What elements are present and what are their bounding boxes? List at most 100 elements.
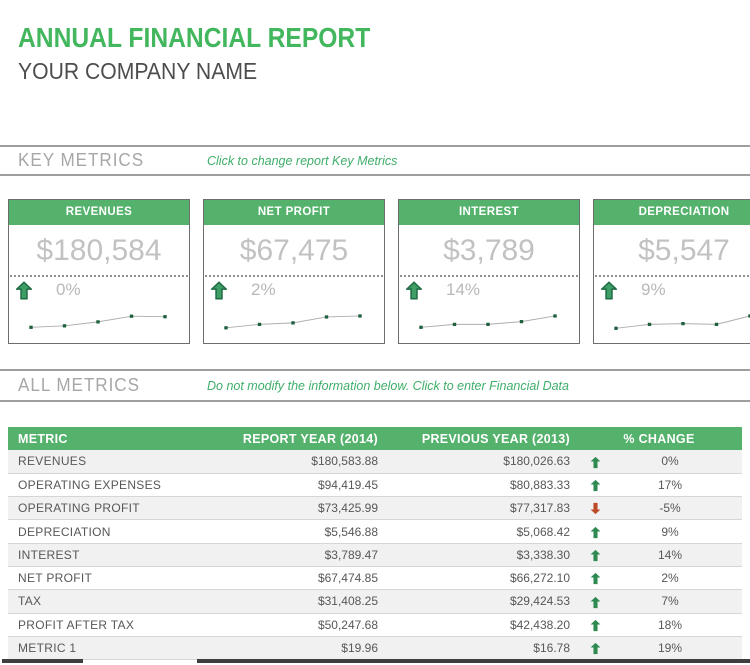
- up-arrow-icon: [590, 478, 601, 492]
- percent-change-cell: 7%: [614, 590, 742, 613]
- previous-year-cell: $16.78: [384, 636, 576, 659]
- all-metrics-instruction[interactable]: Do not modify the information below. Cli…: [207, 379, 569, 393]
- report-year-cell: $73,425.99: [240, 497, 384, 520]
- up-arrow-icon: [406, 281, 422, 300]
- key-metrics-label: KEY METRICS: [18, 150, 144, 171]
- column-header-report-year: REPORT YEAR (2014): [240, 427, 384, 450]
- metric-card-title: DEPRECIATION: [594, 200, 750, 225]
- column-header-previous-year: PREVIOUS YEAR (2013): [384, 427, 576, 450]
- metric-card-change: 2%: [251, 280, 276, 300]
- percent-change-cell: 18%: [614, 613, 742, 636]
- percent-change-cell: 9%: [614, 520, 742, 543]
- metric-card[interactable]: DEPRECIATION $5,547 9%: [593, 199, 750, 344]
- table-row: INTEREST $3,789.47 $3,338.30 14%: [8, 543, 742, 566]
- report-year-cell: $94,419.45: [240, 473, 384, 496]
- up-arrow-icon: [590, 618, 601, 632]
- previous-year-cell: $66,272.10: [384, 566, 576, 589]
- table-row: TAX $31,408.25 $29,424.53 7%: [8, 590, 742, 613]
- metric-card-value: $180,584: [9, 225, 189, 275]
- previous-year-cell: $5,068.42: [384, 520, 576, 543]
- metric-card-value: $5,547: [594, 225, 750, 275]
- previous-year-cell: $29,424.53: [384, 590, 576, 613]
- report-year-cell: $31,408.25: [240, 590, 384, 613]
- metric-card[interactable]: INTEREST $3,789 14%: [398, 199, 580, 344]
- up-arrow-icon: [590, 594, 601, 608]
- metric-name-cell: REVENUES: [8, 450, 240, 473]
- sparkline-chart: [204, 303, 384, 341]
- column-header-metric: METRIC: [8, 427, 240, 450]
- percent-change-cell: 0%: [614, 450, 742, 473]
- metric-name-cell: PROFIT AFTER TAX: [8, 613, 240, 636]
- report-title: ANNUAL FINANCIAL REPORT: [18, 22, 370, 54]
- metric-card-change-row: 14%: [399, 277, 579, 303]
- metric-name-cell: TAX: [8, 590, 240, 613]
- percent-change-cell: 17%: [614, 473, 742, 496]
- report-year-cell: $5,546.88: [240, 520, 384, 543]
- percent-change-cell: 14%: [614, 543, 742, 566]
- previous-year-cell: $3,338.30: [384, 543, 576, 566]
- metric-card-change: 9%: [641, 280, 666, 300]
- column-header-percent-change: % CHANGE: [576, 427, 742, 450]
- metric-card-title: INTEREST: [399, 200, 579, 225]
- up-arrow-icon: [590, 548, 601, 562]
- up-arrow-icon: [16, 281, 32, 300]
- metric-name-cell: DEPRECIATION: [8, 520, 240, 543]
- previous-year-cell: $77,317.83: [384, 497, 576, 520]
- down-arrow-icon: [590, 501, 601, 515]
- previous-year-cell: $42,438.20: [384, 613, 576, 636]
- metric-card[interactable]: REVENUES $180,584 0%: [8, 199, 190, 344]
- section-divider-segment: [2, 659, 83, 663]
- report-year-cell: $180,583.88: [240, 450, 384, 473]
- metric-card-change-row: 9%: [594, 277, 750, 303]
- previous-year-cell: $180,026.63: [384, 450, 576, 473]
- report-year-cell: $19.96: [240, 636, 384, 659]
- sparkline-chart: [9, 303, 189, 341]
- metric-card-value: $3,789: [399, 225, 579, 275]
- key-metrics-instruction[interactable]: Click to change report Key Metrics: [207, 154, 397, 168]
- metric-card-change-row: 2%: [204, 277, 384, 303]
- metric-card[interactable]: NET PROFIT $67,475 2%: [203, 199, 385, 344]
- report-year-cell: $3,789.47: [240, 543, 384, 566]
- metric-card-change: 0%: [56, 280, 81, 300]
- metric-name-cell: INTEREST: [8, 543, 240, 566]
- all-metrics-band: ALL METRICS Do not modify the informatio…: [0, 369, 750, 402]
- up-arrow-icon: [590, 454, 601, 468]
- table-row: REVENUES $180,583.88 $180,026.63 0%: [8, 450, 742, 473]
- metric-card-title: NET PROFIT: [204, 200, 384, 225]
- metric-card-value: $67,475: [204, 225, 384, 275]
- up-arrow-icon: [211, 281, 227, 300]
- metric-card-change: 14%: [446, 280, 480, 300]
- company-name: YOUR COMPANY NAME: [18, 58, 257, 85]
- table-row: PROFIT AFTER TAX $50,247.68 $42,438.20 1…: [8, 613, 742, 636]
- metric-name-cell: OPERATING EXPENSES: [8, 473, 240, 496]
- report-year-cell: $50,247.68: [240, 613, 384, 636]
- report-year-cell: $67,474.85: [240, 566, 384, 589]
- all-metrics-table: METRIC REPORT YEAR (2014) PREVIOUS YEAR …: [8, 427, 742, 660]
- table-row: DEPRECIATION $5,546.88 $5,068.42 9%: [8, 520, 742, 543]
- sparkline-chart: [399, 303, 579, 341]
- metric-name-cell: NET PROFIT: [8, 566, 240, 589]
- percent-change-cell: -5%: [614, 497, 742, 520]
- metric-card-change-row: 0%: [9, 277, 189, 303]
- metric-card-title: REVENUES: [9, 200, 189, 225]
- up-arrow-icon: [601, 281, 617, 300]
- up-arrow-icon: [590, 641, 601, 655]
- table-row: NET PROFIT $67,474.85 $66,272.10 2%: [8, 566, 742, 589]
- key-metric-cards: REVENUES $180,584 0% NET PROFIT $67,475 …: [8, 199, 750, 344]
- metric-name-cell: OPERATING PROFIT: [8, 497, 240, 520]
- table-row: OPERATING EXPENSES $94,419.45 $80,883.33…: [8, 473, 742, 496]
- up-arrow-icon: [590, 571, 601, 585]
- section-divider-segment: [197, 659, 750, 663]
- table-row: METRIC 1 $19.96 $16.78 19%: [8, 636, 742, 659]
- metric-name-cell: METRIC 1: [8, 636, 240, 659]
- percent-change-cell: 2%: [614, 566, 742, 589]
- table-row: OPERATING PROFIT $73,425.99 $77,317.83 -…: [8, 497, 742, 520]
- percent-change-cell: 19%: [614, 636, 742, 659]
- table-header-row: METRIC REPORT YEAR (2014) PREVIOUS YEAR …: [8, 427, 742, 450]
- key-metrics-band: KEY METRICS Click to change report Key M…: [0, 145, 750, 176]
- annual-financial-report-page: ANNUAL FINANCIAL REPORT YOUR COMPANY NAM…: [0, 0, 750, 665]
- sparkline-chart: [594, 303, 750, 341]
- all-metrics-label: ALL METRICS: [18, 375, 140, 396]
- previous-year-cell: $80,883.33: [384, 473, 576, 496]
- up-arrow-icon: [590, 524, 601, 538]
